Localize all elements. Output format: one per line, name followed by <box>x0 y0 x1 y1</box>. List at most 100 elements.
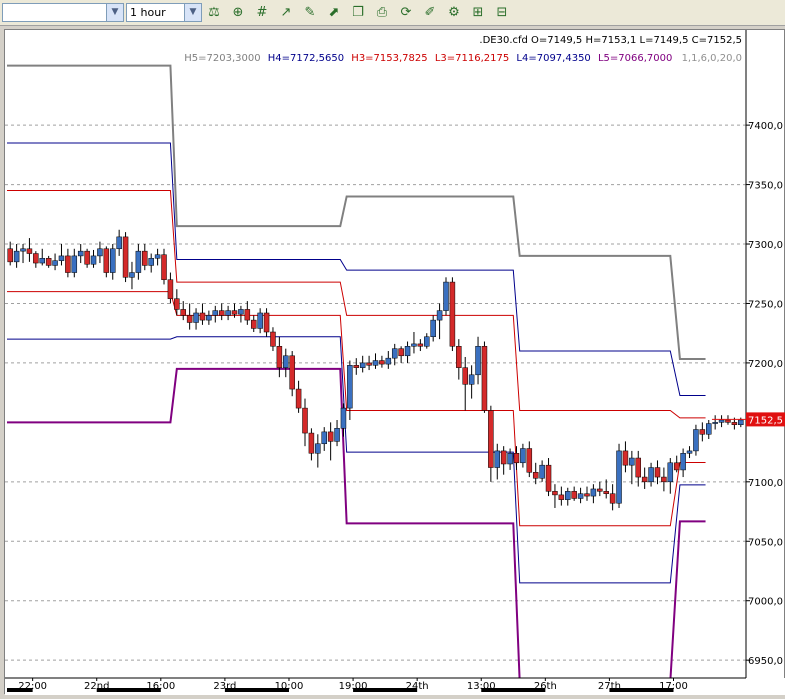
candle-body <box>532 472 539 479</box>
candle-body <box>103 248 110 273</box>
y-tick-label: 7350,0 <box>748 181 783 192</box>
candle-body <box>731 422 738 425</box>
candle-body <box>673 462 680 471</box>
candle-body <box>411 343 417 347</box>
candle-body <box>443 281 449 311</box>
line-chart-icon[interactable]: ↗ <box>276 3 296 23</box>
edit-icon[interactable]: ✐ <box>420 3 440 23</box>
pivot-h3-line <box>7 190 706 419</box>
candle-body <box>359 362 366 368</box>
y-tick-label: 7250,0 <box>748 299 783 310</box>
candle-body <box>462 367 468 385</box>
chart-panel[interactable]: 7400,0 7350,0 7300,0 7250,0 7200,0 7100,0 7050… <box>4 29 785 695</box>
candle-body <box>603 491 609 494</box>
h3-label: H3=7153,7825 <box>351 53 427 64</box>
candle-body <box>424 336 430 347</box>
candle-body <box>398 348 404 357</box>
print-icon[interactable]: ⎙ <box>372 3 392 23</box>
candle-body <box>404 346 411 357</box>
price-axis: 7400,0 7350,0 7300,0 7250,0 7200,0 7100,0 7050… <box>711 30 785 678</box>
pivot-l5-line <box>7 367 706 683</box>
x-tick-label: 27th <box>598 681 621 692</box>
candle-body <box>456 346 462 368</box>
candle-body <box>90 255 97 265</box>
candle-body <box>616 450 622 504</box>
candle-body <box>513 453 520 464</box>
zoom-in-icon[interactable]: ⊞ <box>468 3 488 23</box>
candle-body <box>500 450 507 465</box>
candle-body <box>180 309 186 316</box>
x-tick-label: 10:00 <box>275 681 304 692</box>
indicator-legend: H5=7203,3000 H4=7172,5650 H3=7153,7825 L… <box>184 53 742 64</box>
candle-body <box>33 253 39 264</box>
candle-body <box>238 309 244 315</box>
candle-body <box>629 457 635 466</box>
candle-body <box>321 431 327 445</box>
candle-body <box>609 493 616 504</box>
candle-body <box>327 431 334 442</box>
candle-body <box>693 429 699 452</box>
x-tick-label: 22:00 <box>18 681 47 692</box>
candle-body <box>154 254 161 259</box>
trend-icon[interactable]: ⬈ <box>324 3 344 23</box>
x-tick-label: 26th <box>534 681 557 692</box>
candle-body <box>571 491 577 499</box>
candle-body <box>577 493 584 499</box>
refresh-icon[interactable]: ⟳ <box>396 3 416 23</box>
candle-body <box>494 450 501 468</box>
candle-body <box>7 248 13 263</box>
candle-body <box>270 331 276 347</box>
candle-body <box>225 310 231 316</box>
candle-body <box>135 250 142 273</box>
candle-body <box>174 298 180 310</box>
x-tick-label: 17:00 <box>659 681 688 692</box>
candle-body <box>385 357 392 365</box>
x-tick-label: 16:00 <box>146 681 175 692</box>
candle-body <box>507 453 513 465</box>
draw-icon[interactable]: ✎ <box>300 3 320 23</box>
candle-body <box>654 467 661 478</box>
candle-body <box>97 248 103 257</box>
candle-body <box>379 360 385 365</box>
candle-body <box>520 448 526 464</box>
candle-body <box>475 346 481 376</box>
candle-body <box>39 258 45 264</box>
chevron-down-icon: ▼ <box>184 4 201 21</box>
candle-body <box>167 279 174 299</box>
h4-label: H4=7172,5650 <box>268 53 344 64</box>
candle-body <box>635 457 642 478</box>
y-tick-label: 7400,0 <box>748 121 783 132</box>
zoom-out-icon[interactable]: ⊟ <box>492 3 512 23</box>
candle-body <box>738 419 744 425</box>
candle-body <box>129 272 135 278</box>
timeframe-select[interactable]: 1 hour ▼ <box>126 3 202 22</box>
settings-icon[interactable]: ⚙ <box>444 3 464 23</box>
price-chart[interactable]: 7400,0 7350,0 7300,0 7250,0 7200,0 7100,0 7050… <box>5 30 785 695</box>
add-indicator-icon[interactable]: ⊕ <box>228 3 248 23</box>
x-tick-label: 19:00 <box>339 681 368 692</box>
l5-label: L5=7066,7000 <box>598 53 672 64</box>
candle-body <box>718 419 725 423</box>
add-study-icon[interactable]: ⚖ <box>204 3 224 23</box>
chart-title: .DE30.cfd O=7149,5 H=7153,1 L=7149,5 C=7… <box>479 35 742 46</box>
candle-body <box>161 254 167 280</box>
grid-icon[interactable]: # <box>252 3 272 23</box>
candle-body <box>417 343 424 347</box>
candle-body <box>488 410 494 468</box>
candle-body <box>263 312 270 333</box>
candle-body <box>199 312 206 321</box>
candle-body <box>250 319 257 329</box>
y-tick-label: 6950,0 <box>748 656 783 667</box>
symbol-select[interactable]: ▼ <box>2 3 124 22</box>
candle-body <box>58 255 65 261</box>
current-price-label: 7152,5 <box>748 415 783 426</box>
copy-icon[interactable]: ❐ <box>348 3 368 23</box>
candle-body <box>231 310 238 315</box>
candle-body <box>366 362 372 366</box>
candle-body <box>295 388 302 409</box>
candle-body <box>430 319 436 338</box>
x-tick-label: 23rd <box>213 681 236 692</box>
chevron-down-icon: ▼ <box>106 4 123 21</box>
candle-body <box>283 355 289 368</box>
candle-body <box>468 374 475 385</box>
